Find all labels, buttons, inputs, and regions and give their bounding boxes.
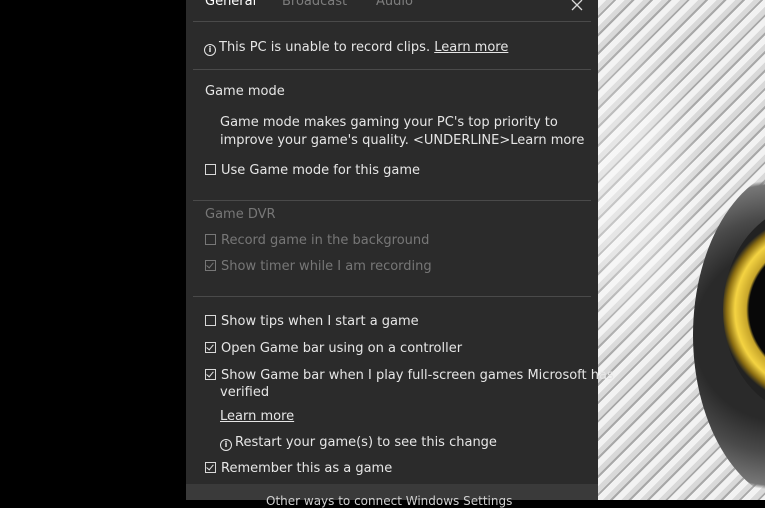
game-dvr-heading: Game DVR <box>205 207 276 222</box>
checkbox-label: Show timer while I am recording <box>221 259 432 274</box>
info-icon: i <box>204 44 216 56</box>
use-game-mode-checkbox[interactable]: Use Game mode for this game <box>205 163 420 178</box>
record-notice-text: This PC is unable to record clips. <box>219 40 435 55</box>
checkbox-box[interactable] <box>205 342 216 353</box>
learn-more-link[interactable]: Learn more <box>220 408 294 426</box>
show-game-bar-fullscreen-checkbox[interactable]: Show Game bar when I play full-screen ga… <box>205 368 614 383</box>
game-mode-description-line: improve your game's quality. <UNDERLINE>… <box>220 133 585 148</box>
game-mode-description: Game mode makes gaming your PC's top pri… <box>220 114 584 150</box>
checkbox-label: Use Game mode for this game <box>221 163 420 178</box>
game-mode-heading: Game mode <box>205 84 285 99</box>
game-bar-settings-panel: General Broadcast Audio i This PC is unab… <box>186 0 614 508</box>
desktop-wallpaper <box>598 0 765 500</box>
remember-game-checkbox[interactable]: Remember this as a game <box>205 461 392 476</box>
checkbox-box[interactable] <box>205 369 216 380</box>
record-background-checkbox: Record game in the background <box>205 233 429 248</box>
close-icon[interactable] <box>570 0 584 12</box>
tab-audio[interactable]: Audio <box>376 0 413 9</box>
checkbox-label: Record game in the background <box>221 233 430 248</box>
checkbox-label: Remember this as a game <box>221 461 393 476</box>
divider <box>193 200 591 201</box>
game-mode-description-line: Game mode makes gaming your PC's top pri… <box>220 115 558 130</box>
checkbox-label: Show tips when I start a game <box>221 314 419 329</box>
restart-notice: i Restart your game(s) to see this change <box>220 435 497 451</box>
tab-broadcast[interactable]: Broadcast <box>282 0 347 9</box>
divider <box>193 296 591 297</box>
record-notice: i This PC is unable to record clips. Lear… <box>204 40 508 56</box>
restart-notice-text: Restart your game(s) to see this change <box>235 435 497 450</box>
tab-general[interactable]: General <box>205 0 256 9</box>
show-timer-checkbox: Show timer while I am recording <box>205 259 432 274</box>
divider <box>193 69 591 70</box>
show-tips-checkbox[interactable]: Show tips when I start a game <box>205 314 419 329</box>
learn-more-link[interactable]: Learn more <box>434 40 508 55</box>
checkbox-box[interactable] <box>205 315 216 326</box>
windows-settings-button[interactable]: Other ways to connect Windows Settings <box>266 494 512 508</box>
checkbox-box[interactable] <box>205 164 216 175</box>
checkbox-box[interactable] <box>205 462 216 473</box>
info-icon: i <box>220 439 232 451</box>
checkbox-label: Show Game bar when I play full-screen ga… <box>221 368 614 383</box>
settings-tabs: General Broadcast Audio <box>186 0 598 22</box>
checkbox-label-continued: verified <box>220 385 270 400</box>
checkbox-box <box>205 260 216 271</box>
bottom-action-bar: Other ways to connect Windows Settings <box>186 484 598 508</box>
checkbox-box <box>205 234 216 245</box>
open-game-bar-controller-checkbox[interactable]: Open Game bar using on a controller <box>205 341 462 356</box>
divider <box>193 21 591 22</box>
checkbox-label: Open Game bar using on a controller <box>221 341 463 356</box>
